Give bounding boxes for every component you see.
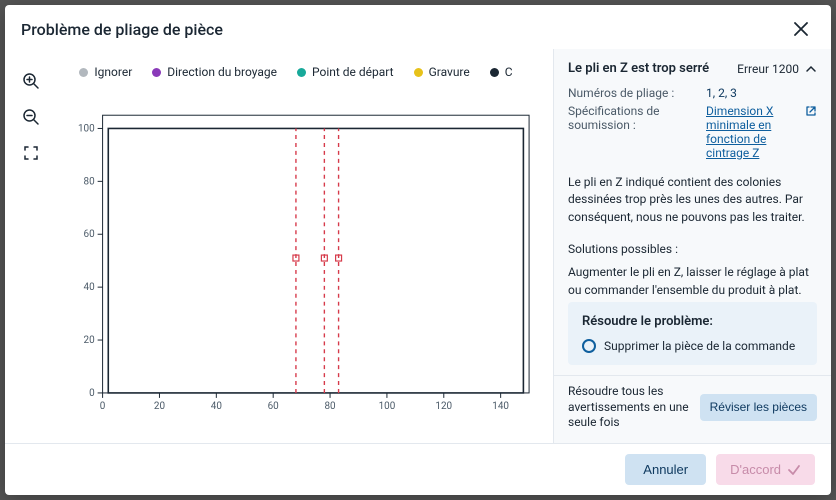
legend-label: C [505,65,513,79]
error-code-wrap: Erreur 1200 [737,62,817,76]
legend-label: Gravure [429,65,470,79]
resolve-option-radio[interactable]: Supprimer la pièce de la commande [582,339,803,353]
toolbar [15,49,47,443]
svg-text:100: 100 [379,401,396,412]
legend-dot-icon [490,68,499,77]
legend-dot-icon [297,68,306,77]
chart-legend: Ignorer Direction du broyage Point de dépa… [53,65,539,79]
svg-text:0: 0 [100,401,106,412]
radio-icon [582,339,596,353]
zoom-out-icon [22,108,40,126]
zoom-in-button[interactable] [19,69,43,93]
external-link-icon [805,105,817,117]
ok-button[interactable]: D'accord [716,454,815,485]
modal: Problème de pliage de pièce Ignorer Direc… [5,5,831,495]
resolve-option-label: Supprimer la pièce de la commande [604,339,795,353]
chart-wrap: 0 20 40 60 80 100 0 20 40 60 80 100 120 140 [53,85,539,443]
cancel-button[interactable]: Annuler [625,454,706,485]
chart-area: Ignorer Direction du broyage Point de dépa… [47,49,553,443]
svg-text:60: 60 [84,229,95,240]
error-panel: Le pli en Z est trop serré Erreur 1200 N… [553,49,831,443]
svg-text:80: 80 [324,401,335,412]
chart-svg[interactable]: 0 20 40 60 80 100 0 20 40 60 80 100 120 140 [53,85,539,443]
legend-label: Point de départ [312,65,394,79]
zoom-out-button[interactable] [19,105,43,129]
fold-numbers-label: Numéros de pliage : [568,86,696,100]
check-icon [787,463,801,477]
ok-button-label: D'accord [730,462,781,477]
fold-numbers-value: 1, 2, 3 [706,86,737,100]
svg-text:40: 40 [211,401,222,412]
error-panel-header[interactable]: Le pli en Z est trop serré Erreur 1200 [554,49,831,86]
legend-dot-icon [414,68,423,77]
legend-label: Ignorer [94,65,132,79]
svg-text:0: 0 [89,388,95,399]
resolve-box: Résoudre le problème: Supprimer la pièce… [568,302,817,365]
modal-header: Problème de pliage de pièce [5,5,831,49]
svg-text:120: 120 [435,401,452,412]
chevron-up-icon [805,63,817,75]
legend-item: Point de départ [297,65,394,79]
legend-dot-icon [152,68,161,77]
svg-text:80: 80 [84,176,95,187]
error-body: Numéros de pliage : 1, 2, 3 Spécificatio… [554,86,831,302]
fullscreen-button[interactable] [19,141,43,165]
zoom-in-icon [22,72,40,90]
modal-body: Ignorer Direction du broyage Point de dépa… [5,49,831,443]
error-code: Erreur 1200 [737,62,799,76]
svg-text:100: 100 [78,123,95,134]
close-button[interactable] [787,15,815,43]
svg-text:140: 140 [492,401,509,412]
resolve-all-text: Résoudre tous les avertissements en une … [568,384,700,431]
modal-footer: Annuler D'accord [5,443,831,495]
resolve-all-row: Résoudre tous les avertissements en une … [554,375,831,443]
error-title: Le pli en Z est trop serré [568,61,709,76]
legend-dot-icon [79,68,88,77]
specs-link[interactable]: Dimension X minimale en fonction de cint… [706,104,799,160]
svg-text:20: 20 [154,401,165,412]
legend-label: Direction du broyage [167,65,277,79]
legend-item: Gravure [414,65,470,79]
solutions-text: Augmenter le pli en Z, laisser le réglag… [568,264,817,299]
close-icon [794,22,808,36]
solutions-label: Solutions possibles : [568,242,817,256]
resolve-title: Résoudre le problème: [582,314,803,329]
revise-pieces-button[interactable]: Réviser les pièces [700,394,817,420]
fullscreen-icon [23,145,39,161]
svg-text:40: 40 [84,282,95,293]
legend-item: Ignorer [79,65,132,79]
legend-item: Direction du broyage [152,65,277,79]
legend-item: C [490,65,513,79]
specs-label: Spécifications de soumission : [568,104,696,160]
svg-text:20: 20 [84,335,95,346]
modal-title: Problème de pliage de pièce [21,20,223,39]
error-description: Le pli en Z indiqué contient des colonie… [568,174,817,226]
svg-text:60: 60 [268,401,279,412]
